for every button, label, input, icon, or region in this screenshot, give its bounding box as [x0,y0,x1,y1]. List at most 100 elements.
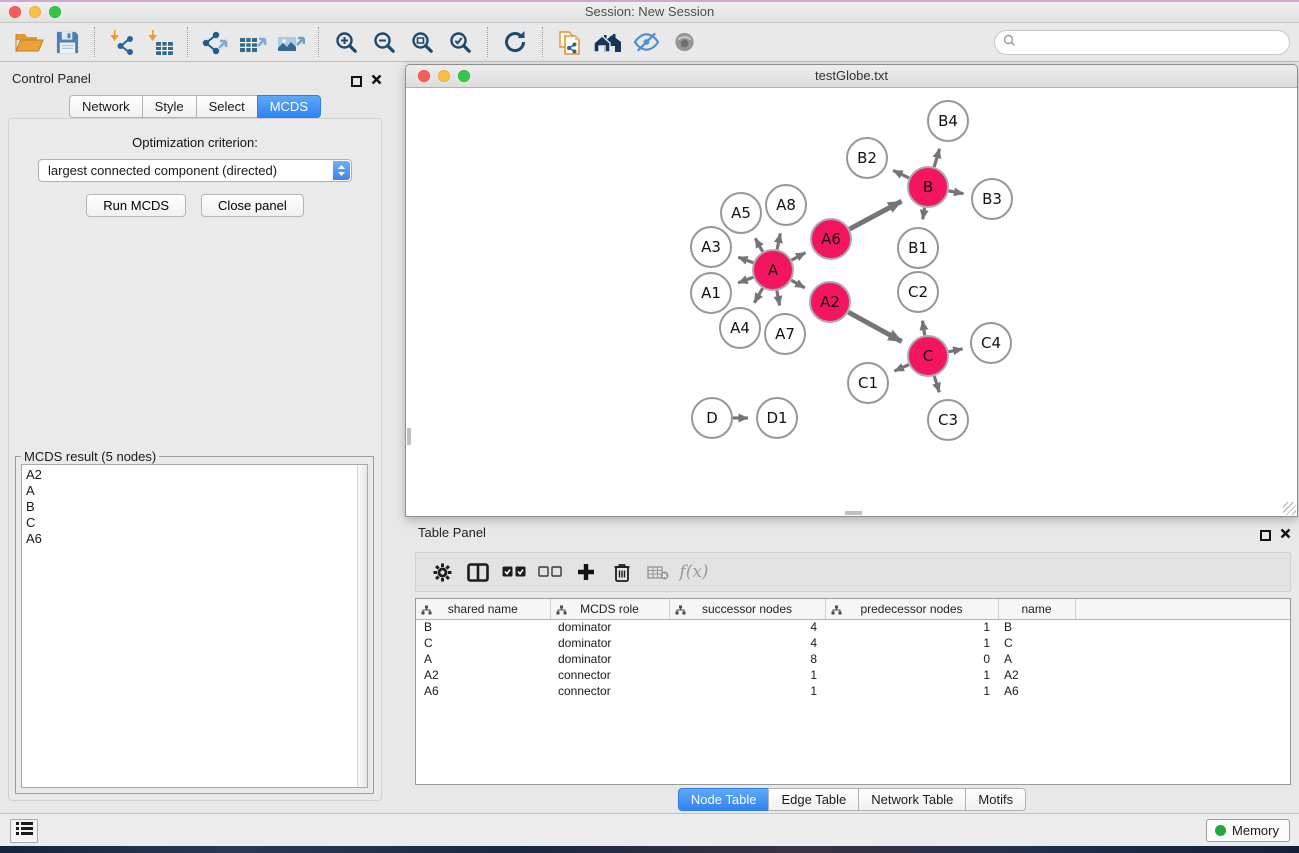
network-close-button[interactable] [418,70,430,82]
graph-edge-B-B1[interactable] [923,208,925,220]
delete-column-icon[interactable] [605,556,639,588]
graph-edge-C-C2[interactable] [922,321,924,336]
graph-edge-A-A1[interactable] [738,277,753,283]
select-all-icon[interactable] [497,556,531,588]
list-item[interactable]: A [22,483,367,499]
horizontal-scroll-mark[interactable] [845,511,862,515]
graph-edge-A-A7[interactable] [777,291,780,306]
column-header-MCDS-role[interactable]: MCDS role [550,599,669,619]
graph-node-C3[interactable]: C3 [928,400,968,440]
tab-node-table[interactable]: Node Table [678,788,770,811]
graph-node-C[interactable]: C [908,336,948,376]
export-image-icon[interactable] [274,26,308,58]
zoom-selected-icon[interactable] [443,26,477,58]
graph-node-C2[interactable]: C2 [898,272,938,312]
graph-edge-C-C1[interactable] [894,365,908,371]
tab-select[interactable]: Select [196,95,258,118]
column-header-name[interactable]: name [998,599,1075,619]
float-table-panel-icon[interactable] [1260,530,1271,541]
zoom-out-icon[interactable] [367,26,401,58]
graph-node-A3[interactable]: A3 [691,227,731,267]
tab-network[interactable]: Network [69,95,143,118]
network-zoom-button[interactable] [458,70,470,82]
graph-edge-A-A2[interactable] [791,280,804,288]
list-item[interactable]: B [22,499,367,515]
zoom-fit-icon[interactable] [405,26,439,58]
mcds-result-list[interactable]: A2ABCA6 [21,464,368,788]
graph-node-A2[interactable]: A2 [810,282,850,322]
close-table-panel-icon[interactable] [1280,526,1291,544]
close-panel-button[interactable]: Close panel [201,194,304,217]
eye-icon[interactable] [667,26,701,58]
split-view-icon[interactable] [461,556,495,588]
graph-edge-C-C4[interactable] [949,349,963,352]
graph-edge-B-B4[interactable] [934,149,939,167]
graph-edge-A-A5[interactable] [755,238,763,251]
table-row[interactable]: Bdominator41B [416,619,1290,635]
refresh-icon[interactable] [498,26,532,58]
column-header-predecessor-nodes[interactable]: predecessor nodes [825,599,998,619]
import-network-icon[interactable] [105,26,139,58]
column-header-successor-nodes[interactable]: successor nodes [669,599,825,619]
tab-motifs[interactable]: Motifs [965,788,1026,811]
zoom-window-button[interactable] [49,6,61,18]
graph-node-B4[interactable]: B4 [928,101,968,141]
graph-node-B2[interactable]: B2 [847,138,887,178]
graph-node-A1[interactable]: A1 [691,273,731,313]
graph-node-B1[interactable]: B1 [898,228,938,268]
memory-button[interactable]: Memory [1206,819,1290,842]
graph-node-C1[interactable]: C1 [848,363,888,403]
run-mcds-button[interactable]: Run MCDS [86,194,186,217]
import-table-icon[interactable] [143,26,177,58]
export-table-icon[interactable] [236,26,270,58]
graph-node-A7[interactable]: A7 [765,314,805,354]
graph-edge-C-C3[interactable] [934,376,939,392]
float-panel-icon[interactable] [351,76,362,87]
criterion-select[interactable]: largest connected component (directed) [38,159,352,182]
save-session-icon[interactable] [50,26,84,58]
graph-node-C4[interactable]: C4 [971,323,1011,363]
graph-node-A4[interactable]: A4 [720,308,760,348]
close-window-button[interactable] [9,6,21,18]
graph-edge-A2-C[interactable] [848,312,901,341]
tab-network-table[interactable]: Network Table [858,788,966,811]
table-row[interactable]: A6connector11A6 [416,683,1290,699]
graph-edge-A6-B[interactable] [850,201,902,229]
minimize-window-button[interactable] [29,6,41,18]
graph-node-D1[interactable]: D1 [757,398,797,438]
task-history-button[interactable] [10,819,38,843]
vertical-scroll-mark[interactable] [407,428,411,445]
eye-slash-icon[interactable] [629,26,663,58]
tab-mcds[interactable]: MCDS [257,95,321,118]
graph-node-B[interactable]: B [908,167,948,207]
open-session-icon[interactable] [12,26,46,58]
list-item[interactable]: A2 [22,467,367,483]
graph-edge-A-A8[interactable] [777,233,780,249]
table-row[interactable]: Cdominator41C [416,635,1290,651]
network-minimize-button[interactable] [438,70,450,82]
duplicate-network-icon[interactable] [553,26,587,58]
export-network-icon[interactable] [198,26,232,58]
deselect-all-icon[interactable] [533,556,567,588]
table-row[interactable]: Adominator80A [416,651,1290,667]
list-item[interactable]: C [22,515,367,531]
graph-node-A6[interactable]: A6 [811,219,851,259]
tab-edge-table[interactable]: Edge Table [768,788,859,811]
result-scrollbar[interactable] [357,465,367,787]
graph-node-A[interactable]: A [753,250,793,290]
graph-node-A5[interactable]: A5 [721,193,761,233]
resize-grip[interactable] [1283,502,1296,515]
settings-icon[interactable] [425,556,459,588]
graph-edge-A-A6[interactable] [792,253,806,260]
zoom-in-icon[interactable] [329,26,363,58]
graph-node-B3[interactable]: B3 [972,179,1012,219]
column-header-shared-name[interactable]: shared name [416,599,550,619]
close-panel-icon[interactable] [371,72,382,90]
graph-edge-A-A4[interactable] [754,288,762,303]
search-input[interactable] [1021,33,1289,53]
tab-style[interactable]: Style [142,95,197,118]
houses-icon[interactable] [591,26,625,58]
graph-edge-B-B3[interactable] [949,191,964,194]
list-item[interactable]: A6 [22,531,367,547]
table-row[interactable]: A2connector11A2 [416,667,1290,683]
